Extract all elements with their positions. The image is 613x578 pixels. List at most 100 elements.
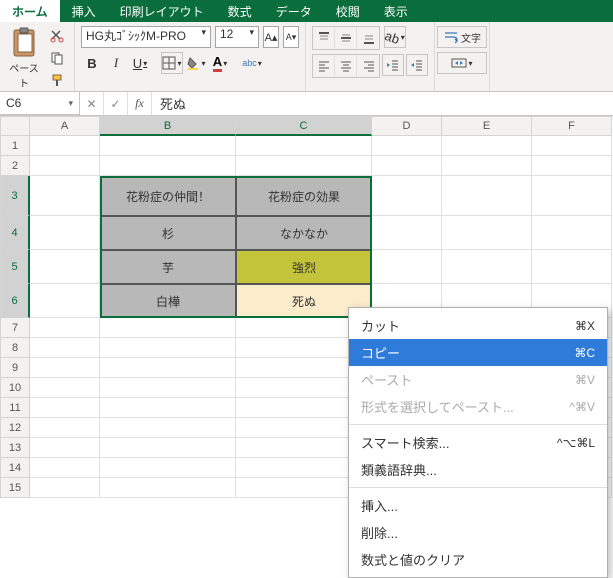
cell[interactable]: [442, 176, 532, 216]
border-button[interactable]: ▾: [161, 52, 183, 74]
orientation-button[interactable]: ab▾: [384, 26, 406, 48]
cell[interactable]: [372, 156, 442, 176]
align-middle-button[interactable]: [335, 27, 357, 49]
select-all-corner[interactable]: [0, 116, 30, 136]
row-header[interactable]: 1: [0, 136, 30, 156]
wrap-text-button[interactable]: 文字: [437, 26, 487, 48]
col-header[interactable]: D: [372, 116, 442, 136]
cell[interactable]: [30, 478, 100, 498]
paste-button[interactable]: ペースト: [6, 26, 42, 90]
cut-button[interactable]: [46, 26, 68, 46]
row-header[interactable]: 15: [0, 478, 30, 498]
cell[interactable]: [30, 136, 100, 156]
tab-formulas[interactable]: 数式: [216, 0, 264, 22]
fill-color-button[interactable]: ▾: [185, 52, 207, 74]
cell[interactable]: 白樺: [100, 284, 236, 318]
cell[interactable]: [372, 216, 442, 250]
cell[interactable]: [236, 156, 372, 176]
ctx-delete[interactable]: 削除...: [349, 519, 607, 546]
cell[interactable]: [30, 250, 100, 284]
cell[interactable]: [372, 136, 442, 156]
accept-formula-button[interactable]: ✓: [104, 92, 128, 115]
cell[interactable]: [100, 418, 236, 438]
col-header[interactable]: B: [100, 116, 236, 136]
align-bottom-button[interactable]: [357, 27, 379, 49]
cell[interactable]: [100, 338, 236, 358]
cell[interactable]: [100, 378, 236, 398]
cell[interactable]: [30, 156, 100, 176]
cell[interactable]: [372, 250, 442, 284]
decrease-font-button[interactable]: A▾: [283, 26, 299, 48]
phonetic-button[interactable]: abc ▾: [241, 52, 263, 74]
ctx-clear[interactable]: 数式と値のクリア: [349, 546, 607, 573]
row-header[interactable]: 4: [0, 216, 30, 250]
cell[interactable]: [442, 250, 532, 284]
cell[interactable]: [100, 398, 236, 418]
cell[interactable]: [100, 136, 236, 156]
formula-input[interactable]: 死ぬ: [152, 94, 613, 113]
cell[interactable]: [100, 156, 236, 176]
cell[interactable]: [532, 136, 612, 156]
ctx-copy[interactable]: コピー⌘C: [349, 339, 607, 366]
cell[interactable]: [30, 398, 100, 418]
font-color-button[interactable]: A ▾: [209, 52, 231, 74]
cell[interactable]: [30, 284, 100, 318]
col-header[interactable]: E: [442, 116, 532, 136]
cell[interactable]: [532, 156, 612, 176]
format-painter-button[interactable]: [46, 70, 68, 90]
cell[interactable]: [532, 216, 612, 250]
fx-button[interactable]: fx: [128, 92, 152, 115]
row-header[interactable]: 7: [0, 318, 30, 338]
cell[interactable]: [372, 176, 442, 216]
underline-button[interactable]: U▾: [129, 52, 151, 74]
bold-button[interactable]: B: [81, 52, 103, 74]
copy-button[interactable]: [46, 48, 68, 68]
name-box[interactable]: C6 ▾: [0, 92, 80, 115]
ctx-cut[interactable]: カット⌘X: [349, 312, 607, 339]
cell[interactable]: [442, 156, 532, 176]
align-top-button[interactable]: [313, 27, 335, 49]
cell[interactable]: [30, 216, 100, 250]
row-header[interactable]: 13: [0, 438, 30, 458]
cell[interactable]: [100, 478, 236, 498]
cell[interactable]: [100, 438, 236, 458]
italic-button[interactable]: I: [105, 52, 127, 74]
col-header[interactable]: A: [30, 116, 100, 136]
cell[interactable]: [236, 136, 372, 156]
align-right-button[interactable]: [357, 55, 379, 77]
tab-layout[interactable]: 印刷レイアウト: [108, 0, 216, 22]
cell[interactable]: 強烈: [236, 250, 372, 284]
cell[interactable]: [30, 318, 100, 338]
row-header[interactable]: 14: [0, 458, 30, 478]
cell[interactable]: [100, 318, 236, 338]
tab-insert[interactable]: 挿入: [60, 0, 108, 22]
cell[interactable]: [30, 418, 100, 438]
cell[interactable]: [30, 176, 100, 216]
row-header[interactable]: 3: [0, 176, 30, 216]
cell[interactable]: 花粉症の効果: [236, 176, 372, 216]
cell[interactable]: 芋: [100, 250, 236, 284]
cell[interactable]: [30, 378, 100, 398]
cell[interactable]: 花粉症の仲間！: [100, 176, 236, 216]
cell[interactable]: [442, 216, 532, 250]
row-header[interactable]: 2: [0, 156, 30, 176]
tab-home[interactable]: ホーム: [0, 0, 60, 22]
cell[interactable]: 杉: [100, 216, 236, 250]
merge-button[interactable]: ▾: [437, 52, 487, 74]
row-header[interactable]: 5: [0, 250, 30, 284]
row-header[interactable]: 10: [0, 378, 30, 398]
cell[interactable]: [100, 358, 236, 378]
cancel-formula-button[interactable]: ✕: [80, 92, 104, 115]
tab-data[interactable]: データ: [264, 0, 324, 22]
cell[interactable]: [442, 136, 532, 156]
row-header[interactable]: 6: [0, 284, 30, 318]
cell[interactable]: [30, 358, 100, 378]
row-header[interactable]: 8: [0, 338, 30, 358]
increase-font-button[interactable]: A▴: [263, 26, 279, 48]
cell[interactable]: [30, 338, 100, 358]
row-header[interactable]: 11: [0, 398, 30, 418]
align-left-button[interactable]: [313, 55, 335, 77]
cell[interactable]: [532, 176, 612, 216]
decrease-indent-button[interactable]: [382, 54, 404, 76]
ctx-smart-lookup[interactable]: スマート検索...^⌥⌘L: [349, 429, 607, 456]
